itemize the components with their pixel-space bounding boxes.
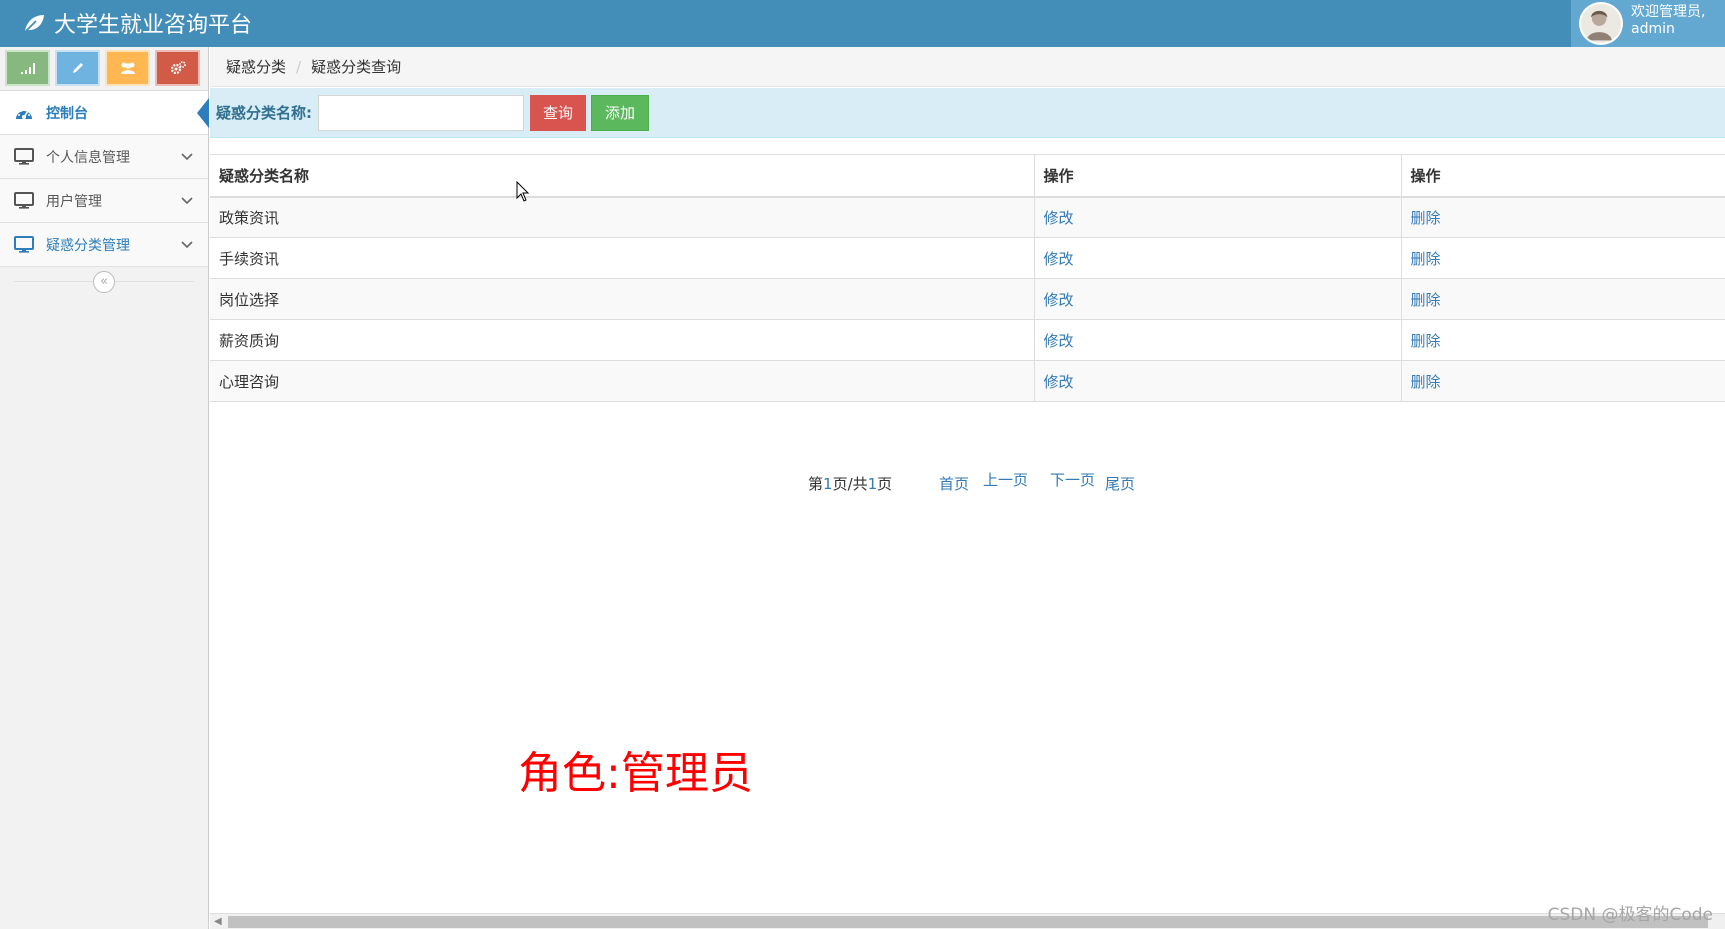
dashboard-icon bbox=[13, 103, 35, 123]
main-content: 疑惑分类 / 疑惑分类查询 疑惑分类名称: 查询 添加 疑惑分类名称 操作 操作… bbox=[210, 47, 1725, 929]
edit-link[interactable]: 修改 bbox=[1044, 250, 1074, 268]
next-page-link[interactable]: 下一页 bbox=[1050, 469, 1095, 490]
page-info-middle: 页/共 bbox=[832, 475, 868, 493]
role-annotation: 角色:管理员 bbox=[518, 748, 753, 799]
current-page: 1 bbox=[823, 475, 833, 493]
category-name: 心理咨询 bbox=[210, 360, 1034, 402]
page-info-prefix: 第 bbox=[808, 475, 824, 493]
breadcrumb: 疑惑分类 / 疑惑分类查询 bbox=[210, 47, 1725, 87]
app-title: 大学生就业咨询平台 bbox=[54, 13, 253, 38]
prev-page-link[interactable]: 上一页 bbox=[983, 469, 1028, 490]
delete-link[interactable]: 删除 bbox=[1411, 373, 1441, 391]
chevron-down-icon bbox=[181, 153, 193, 161]
welcome-label: 欢迎管理员, bbox=[1631, 4, 1706, 20]
desktop-icon bbox=[13, 191, 35, 211]
delete-link[interactable]: 删除 bbox=[1411, 209, 1441, 227]
table-row: 政策资讯 修改 删除 bbox=[210, 196, 1725, 238]
chevron-down-icon bbox=[181, 197, 193, 205]
sidebar-item-category-management[interactable]: 疑惑分类管理 bbox=[0, 223, 208, 267]
sidebar-item-label: 用户管理 bbox=[46, 193, 102, 210]
breadcrumb-item-current: 疑惑分类查询 bbox=[311, 58, 402, 76]
watermark: CSDN @极客的Code bbox=[1547, 905, 1713, 925]
sidebar-item-label: 疑惑分类管理 bbox=[46, 237, 130, 254]
pencil-icon bbox=[72, 63, 83, 73]
sidebar: 控制台 个人信息管理 用户管理 疑惑分类管理 « bbox=[0, 47, 209, 929]
delete-link[interactable]: 删除 bbox=[1411, 291, 1441, 309]
edit-link[interactable]: 修改 bbox=[1044, 373, 1074, 391]
scrollbar-thumb[interactable] bbox=[228, 916, 1708, 928]
top-navbar: 大学生就业咨询平台 欢迎管理员, admin bbox=[0, 0, 1725, 47]
delete-link[interactable]: 删除 bbox=[1411, 332, 1441, 350]
column-header-action: 操作 bbox=[1033, 154, 1401, 198]
query-button[interactable]: 查询 bbox=[530, 94, 587, 131]
sidebar-item-user-management[interactable]: 用户管理 bbox=[0, 179, 208, 223]
brand[interactable]: 大学生就业咨询平台 bbox=[22, 7, 252, 39]
edit-link[interactable]: 修改 bbox=[1044, 332, 1074, 350]
search-input[interactable] bbox=[318, 94, 524, 131]
scroll-left-icon[interactable]: ◀ bbox=[214, 916, 222, 927]
pencil-shortcut-button[interactable] bbox=[55, 50, 100, 86]
sidebar-item-personal-info[interactable]: 个人信息管理 bbox=[0, 135, 208, 179]
signal-shortcut-button[interactable] bbox=[5, 50, 50, 86]
add-button[interactable]: 添加 bbox=[591, 94, 650, 131]
breadcrumb-separator: / bbox=[296, 57, 302, 76]
category-table: 疑惑分类名称 操作 操作 政策资讯 修改 删除 手续资讯 修改 删除 岗位选择 … bbox=[210, 154, 1725, 402]
desktop-icon bbox=[13, 147, 35, 167]
double-chevron-left-icon[interactable]: « bbox=[93, 271, 115, 293]
breadcrumb-item[interactable]: 疑惑分类 bbox=[226, 56, 286, 77]
users-icon bbox=[120, 62, 135, 74]
table-row: 薪资质询 修改 删除 bbox=[210, 319, 1725, 361]
category-name: 岗位选择 bbox=[210, 278, 1034, 320]
sidebar-collapse-row: « bbox=[0, 267, 208, 297]
users-shortcut-button[interactable] bbox=[105, 50, 150, 86]
desktop-icon bbox=[13, 235, 35, 255]
shortcut-buttons bbox=[0, 47, 208, 91]
category-name: 手续资讯 bbox=[210, 237, 1034, 279]
page-info: 第1页/共1页 bbox=[808, 473, 892, 494]
page-info-suffix: 页 bbox=[877, 475, 893, 493]
category-name: 薪资质询 bbox=[210, 319, 1034, 361]
column-header-name: 疑惑分类名称 bbox=[210, 154, 1034, 198]
user-menu[interactable]: 欢迎管理员, admin bbox=[1571, 0, 1725, 47]
signal-icon bbox=[20, 63, 35, 74]
sidebar-item-label: 个人信息管理 bbox=[46, 149, 130, 166]
table-row: 岗位选择 修改 删除 bbox=[210, 278, 1725, 320]
column-header-action: 操作 bbox=[1400, 154, 1725, 198]
cogs-shortcut-button[interactable] bbox=[155, 50, 200, 86]
first-page-link[interactable]: 首页 bbox=[939, 473, 969, 494]
welcome-text: 欢迎管理员, admin bbox=[1631, 4, 1705, 38]
sidebar-item-dashboard[interactable]: 控制台 bbox=[0, 91, 209, 135]
leaf-icon bbox=[24, 15, 44, 33]
cogs-icon bbox=[170, 61, 186, 75]
table-row: 心理咨询 修改 删除 bbox=[210, 360, 1725, 402]
table-header-row: 疑惑分类名称 操作 操作 bbox=[210, 154, 1725, 198]
user-name: admin bbox=[1631, 21, 1675, 37]
table-row: 手续资讯 修改 删除 bbox=[210, 237, 1725, 279]
mouse-cursor-icon bbox=[516, 181, 530, 202]
edit-link[interactable]: 修改 bbox=[1044, 291, 1074, 309]
search-bar: 疑惑分类名称: 查询 添加 bbox=[210, 88, 1725, 138]
category-name: 政策资讯 bbox=[210, 196, 1034, 238]
total-pages: 1 bbox=[867, 475, 878, 493]
delete-link[interactable]: 删除 bbox=[1411, 250, 1441, 268]
avatar bbox=[1579, 2, 1623, 45]
edit-link[interactable]: 修改 bbox=[1044, 209, 1074, 227]
horizontal-scrollbar[interactable]: ◀ bbox=[210, 913, 1725, 929]
chevron-down-icon bbox=[181, 241, 193, 249]
sidebar-item-label: 控制台 bbox=[46, 105, 88, 122]
last-page-link[interactable]: 尾页 bbox=[1105, 473, 1135, 494]
search-label: 疑惑分类名称: bbox=[216, 104, 312, 122]
